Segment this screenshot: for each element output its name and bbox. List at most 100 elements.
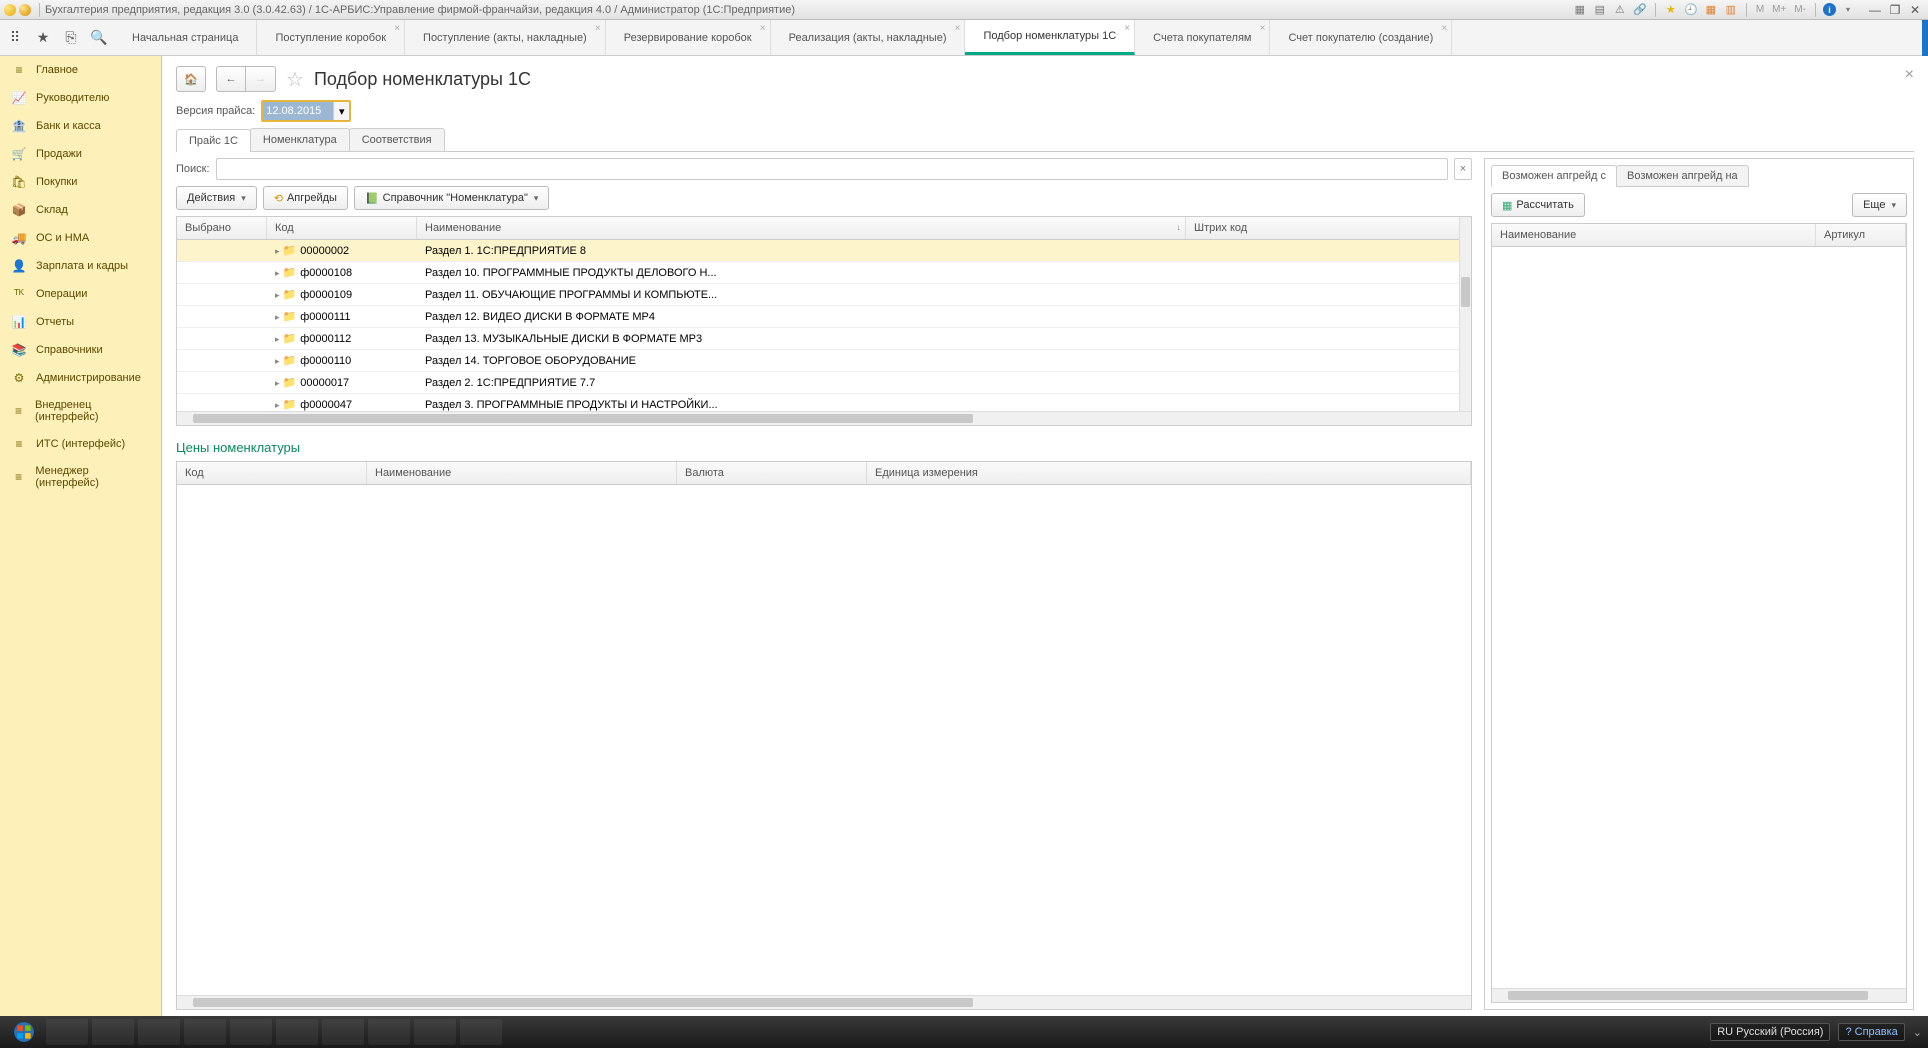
horizontal-scrollbar-3[interactable]: [1492, 988, 1906, 1002]
taskbar-item[interactable]: [230, 1019, 272, 1045]
maximize-button[interactable]: ❐: [1886, 3, 1904, 17]
main-tab[interactable]: Счет покупателю (создание)×: [1270, 20, 1452, 55]
main-tab[interactable]: Поступление (акты, накладные)×: [405, 20, 606, 55]
taskbar-item[interactable]: [414, 1019, 456, 1045]
taskbar-item[interactable]: [138, 1019, 180, 1045]
main-tab[interactable]: Подбор номенклатуры 1С×: [965, 20, 1135, 55]
expand-icon[interactable]: ▸: [275, 356, 280, 366]
help-button[interactable]: ? Справка: [1838, 1023, 1904, 1041]
tab-close-icon[interactable]: ×: [955, 23, 961, 34]
tab-close-icon[interactable]: ×: [1124, 23, 1130, 34]
taskbar-item[interactable]: [92, 1019, 134, 1045]
table-row[interactable]: ▸📁00000017 Раздел 2. 1С:ПРЕДПРИЯТИЕ 7.7: [177, 372, 1471, 394]
m-plus-label[interactable]: M+: [1770, 2, 1788, 18]
expand-icon[interactable]: ▸: [275, 246, 280, 256]
expand-icon[interactable]: ▸: [275, 400, 280, 410]
taskbar-item[interactable]: [460, 1019, 502, 1045]
col2-name[interactable]: Наименование: [367, 462, 677, 484]
sidebar-item[interactable]: 📦Склад: [0, 196, 161, 224]
subtab[interactable]: Соответствия: [349, 128, 445, 151]
col-selected[interactable]: Выбрано: [177, 217, 267, 239]
m-minus-label[interactable]: M-: [1792, 2, 1808, 18]
main-tab[interactable]: Реализация (акты, накладные)×: [771, 20, 966, 55]
version-date-input[interactable]: [263, 102, 333, 120]
grid-icon[interactable]: ▦: [1572, 2, 1588, 18]
expand-icon[interactable]: ▸: [275, 378, 280, 388]
more-button[interactable]: Еще▾: [1852, 193, 1907, 217]
calculate-button[interactable]: ▦Рассчитать: [1491, 193, 1585, 217]
sidebar-item[interactable]: ᵀᴷОперации: [0, 280, 161, 308]
sidebar-item[interactable]: 📊Отчеты: [0, 308, 161, 336]
taskbar-item[interactable]: [46, 1019, 88, 1045]
rcol-article[interactable]: Артикул: [1816, 224, 1906, 246]
sidebar-item[interactable]: 🛒Продажи: [0, 140, 161, 168]
home-button[interactable]: 🏠: [176, 66, 206, 92]
rcol-name[interactable]: Наименование: [1492, 224, 1816, 246]
col2-currency[interactable]: Валюта: [677, 462, 867, 484]
close-button[interactable]: ✕: [1906, 3, 1924, 17]
sidebar-item[interactable]: 🛍Покупки: [0, 168, 161, 196]
tab-close-icon[interactable]: ×: [760, 23, 766, 34]
sidebar-item[interactable]: 📚Справочники: [0, 336, 161, 364]
page-close-button[interactable]: ×: [1905, 66, 1914, 84]
table-row[interactable]: ▸📁ф0000112 Раздел 13. МУЗЫКАЛЬНЫЕ ДИСКИ …: [177, 328, 1471, 350]
alert-icon[interactable]: ⚠: [1612, 2, 1628, 18]
info-caret[interactable]: ▾: [1840, 2, 1856, 18]
table-row[interactable]: ▸📁00000002 Раздел 1. 1С:ПРЕДПРИЯТИЕ 8: [177, 240, 1471, 262]
col-barcode[interactable]: Штрих код: [1186, 217, 1471, 239]
start-button[interactable]: [6, 1019, 42, 1045]
right-tab[interactable]: Возможен апгрейд с: [1491, 165, 1617, 187]
vertical-scrollbar[interactable]: [1459, 217, 1471, 425]
main-tab[interactable]: Начальная страница: [114, 20, 257, 55]
sidebar-item[interactable]: ≡Менеджер (интерфейс): [0, 458, 161, 496]
minimize-button[interactable]: —: [1866, 3, 1884, 17]
table-row[interactable]: ▸📁ф0000111 Раздел 12. ВИДЕО ДИСКИ В ФОРМ…: [177, 306, 1471, 328]
tray-expand-icon[interactable]: ⌄: [1913, 1026, 1922, 1039]
tab-close-icon[interactable]: ×: [595, 23, 601, 34]
reference-button[interactable]: 📗Справочник "Номенклатура"▾: [354, 186, 549, 210]
back-button[interactable]: ←: [216, 66, 246, 92]
main-tab[interactable]: Поступление коробок×: [257, 20, 405, 55]
right-tab[interactable]: Возможен апгрейд на: [1616, 165, 1749, 187]
sidebar-item[interactable]: 🚚ОС и НМА: [0, 224, 161, 252]
expand-icon[interactable]: ▸: [275, 334, 280, 344]
actions-button[interactable]: Действия▾: [176, 186, 257, 210]
link-icon[interactable]: 🔗: [1632, 2, 1648, 18]
tab-close-icon[interactable]: ×: [1260, 23, 1266, 34]
main-tab[interactable]: Резервирование коробок×: [606, 20, 771, 55]
tab-close-icon[interactable]: ×: [1441, 23, 1447, 34]
date-dropdown-button[interactable]: ▾: [333, 102, 349, 120]
upgrades-button[interactable]: ⟲Апгрейды: [263, 186, 348, 210]
horizontal-scrollbar-2[interactable]: [177, 995, 1471, 1009]
taskbar-item[interactable]: [368, 1019, 410, 1045]
apps-icon[interactable]: ⠿: [6, 29, 24, 47]
table-row[interactable]: ▸📁ф0000047 Раздел 3. ПРОГРАММНЫЕ ПРОДУКТ…: [177, 394, 1471, 411]
star-icon[interactable]: ★: [1663, 2, 1679, 18]
m-label[interactable]: M: [1754, 2, 1766, 18]
col2-unit[interactable]: Единица измерения: [867, 462, 1471, 484]
tab-close-icon[interactable]: ×: [394, 23, 400, 34]
expand-icon[interactable]: ▸: [275, 290, 280, 300]
sidebar-item[interactable]: ≡ИТС (интерфейс): [0, 430, 161, 458]
expand-icon[interactable]: ▸: [275, 268, 280, 278]
table-row[interactable]: ▸📁ф0000109 Раздел 11. ОБУЧАЮЩИЕ ПРОГРАММ…: [177, 284, 1471, 306]
col2-code[interactable]: Код: [177, 462, 367, 484]
taskbar-item[interactable]: [276, 1019, 318, 1045]
cal-icon[interactable]: ▥: [1723, 2, 1739, 18]
search-icon[interactable]: 🔍: [90, 29, 108, 47]
clock-icon[interactable]: 🕘: [1683, 2, 1699, 18]
search-input[interactable]: [216, 158, 1448, 180]
table-row[interactable]: ▸📁ф0000108 Раздел 10. ПРОГРАММНЫЕ ПРОДУК…: [177, 262, 1471, 284]
subtab[interactable]: Номенклатура: [250, 128, 350, 151]
favorite-icon[interactable]: ★: [34, 29, 52, 47]
horizontal-scrollbar[interactable]: [177, 411, 1471, 425]
sidebar-item[interactable]: ≡Главное: [0, 56, 161, 84]
taskbar-item[interactable]: [322, 1019, 364, 1045]
sidebar-item[interactable]: ⚙Администрирование: [0, 364, 161, 392]
doc-icon[interactable]: ▤: [1592, 2, 1608, 18]
subtab[interactable]: Прайс 1С: [176, 129, 251, 152]
sidebar-item[interactable]: 📈Руководителю: [0, 84, 161, 112]
sidebar-item[interactable]: 👤Зарплата и кадры: [0, 252, 161, 280]
search-clear-button[interactable]: ×: [1454, 158, 1472, 180]
sidebar-item[interactable]: 🏦Банк и касса: [0, 112, 161, 140]
